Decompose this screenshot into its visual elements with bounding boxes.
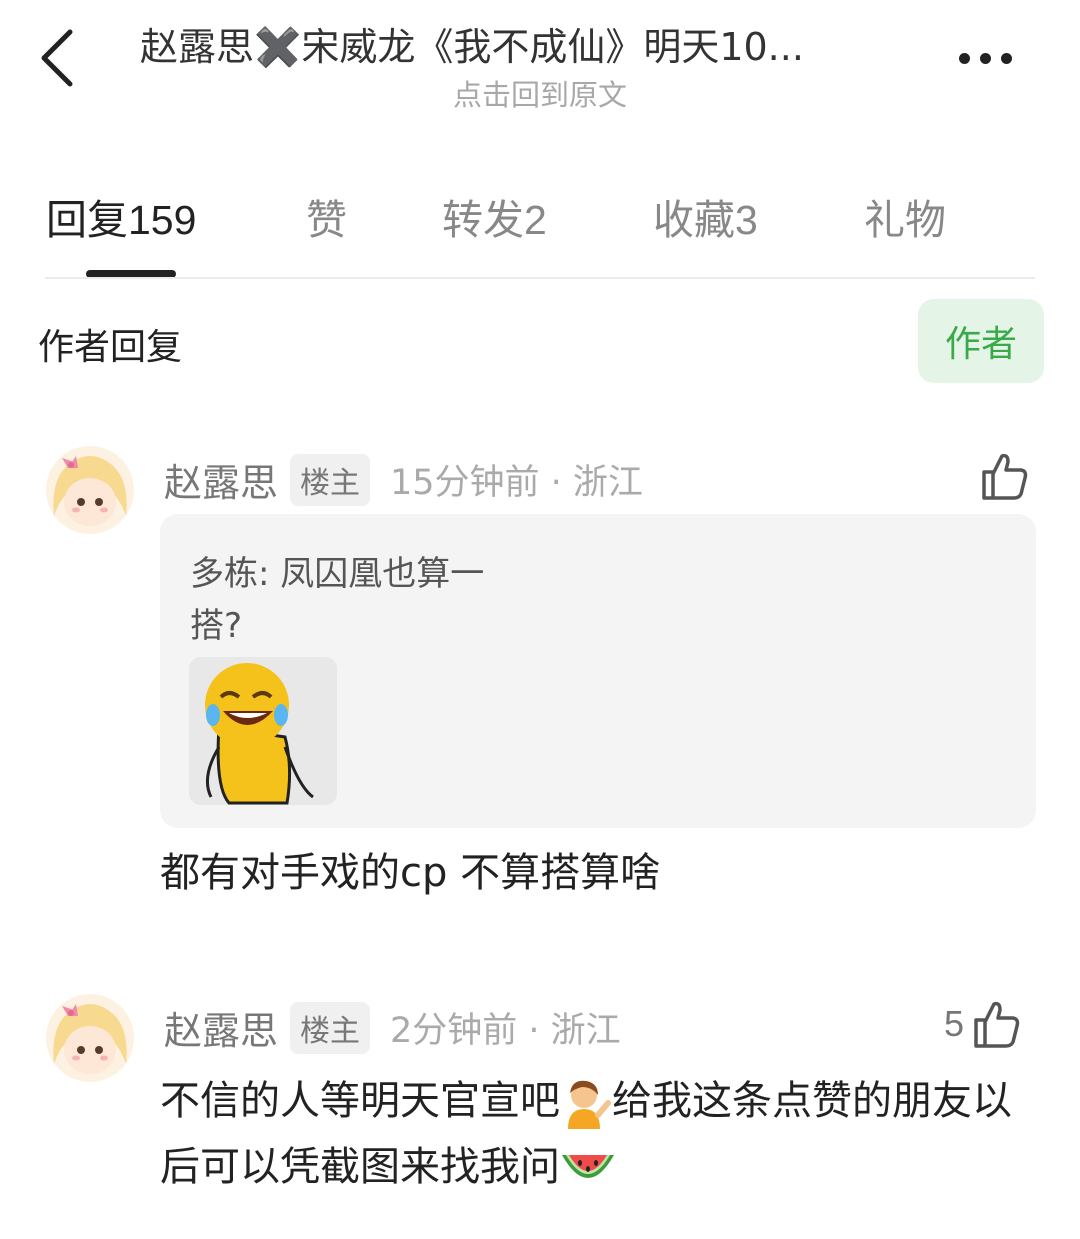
quoted-author[interactable]: 多栋 xyxy=(190,554,258,594)
tab-label: 礼物 xyxy=(864,196,946,244)
op-badge: 楼主 xyxy=(290,453,371,506)
comment-header: 赵露思 楼主 15分钟前 · 浙江 xyxy=(164,452,643,507)
tab-favorites[interactable]: 收藏3 xyxy=(653,186,758,246)
tab-replies[interactable]: 回复159 xyxy=(46,186,196,246)
quoted-reply[interactable]: 多栋: 凤囚凰也算一搭? xyxy=(160,514,1036,828)
avatar-image xyxy=(46,446,134,534)
tab-divider xyxy=(45,277,1035,279)
author-replies-label: 作者回复 xyxy=(38,327,183,368)
comment-meta: 2分钟前 · 浙江 xyxy=(390,1011,621,1051)
quoted-sticker-image[interactable] xyxy=(189,657,337,805)
more-dot-icon xyxy=(958,52,970,64)
tab-gifts[interactable]: 礼物 xyxy=(864,186,946,246)
author-filter-button[interactable]: 作者 xyxy=(918,299,1044,383)
tab-label: 转发 xyxy=(442,196,524,244)
avatar[interactable] xyxy=(46,446,134,534)
tab-reposts[interactable]: 转发2 xyxy=(442,186,547,246)
tab-label: 赞 xyxy=(306,196,347,244)
avatar[interactable] xyxy=(46,994,134,1082)
more-options-button[interactable] xyxy=(950,38,1020,78)
like-count: 5 xyxy=(944,1003,965,1044)
quoted-text: 多栋: 凤囚凰也算一搭? xyxy=(190,548,530,652)
post-title[interactable]: 赵露思✖️宋威龙《我不成仙》明天10... xyxy=(140,16,930,71)
comment-header: 赵露思 楼主 2分钟前 · 浙江 xyxy=(164,1000,621,1055)
comment-meta: 15分钟前 · 浙江 xyxy=(390,463,643,503)
op-badge: 楼主 xyxy=(290,1001,371,1054)
tab-count: 2 xyxy=(524,197,547,243)
more-dot-icon xyxy=(1000,52,1012,64)
commenter-name[interactable]: 赵露思 xyxy=(164,1000,278,1055)
back-to-original-link[interactable]: 点击回到原文 xyxy=(0,72,1080,114)
more-dot-icon xyxy=(979,52,991,64)
tab-label: 回复 xyxy=(46,196,128,244)
tab-count: 3 xyxy=(735,197,758,243)
tab-bar: 回复159 赞 转发2 收藏3 礼物 xyxy=(0,186,1080,246)
watermelon-icon xyxy=(562,1155,614,1178)
tab-likes[interactable]: 赞 xyxy=(306,186,347,246)
laughing-sticker-icon xyxy=(189,657,337,805)
tab-count: 159 xyxy=(128,197,197,243)
thumbs-up-icon xyxy=(974,1001,1020,1048)
avatar-image xyxy=(46,994,134,1082)
comment-text: 都有对手戏的cp 不算搭算啥 xyxy=(160,850,661,896)
like-button[interactable] xyxy=(978,450,1030,502)
like-button[interactable]: 5 xyxy=(944,998,1022,1050)
tab-label: 收藏 xyxy=(653,196,735,244)
person-tipping-hand-icon xyxy=(568,1080,611,1129)
comment-text-part: 不信的人等明天官宣吧 xyxy=(160,1078,560,1124)
comment-text: 不信的人等明天官宣吧 给我这条点赞的朋友以后可以凭截图来找我问 xyxy=(160,1068,1050,1200)
quoted-separator: : xyxy=(258,554,281,594)
commenter-name[interactable]: 赵露思 xyxy=(164,452,278,507)
thumbs-up-icon xyxy=(982,453,1028,500)
